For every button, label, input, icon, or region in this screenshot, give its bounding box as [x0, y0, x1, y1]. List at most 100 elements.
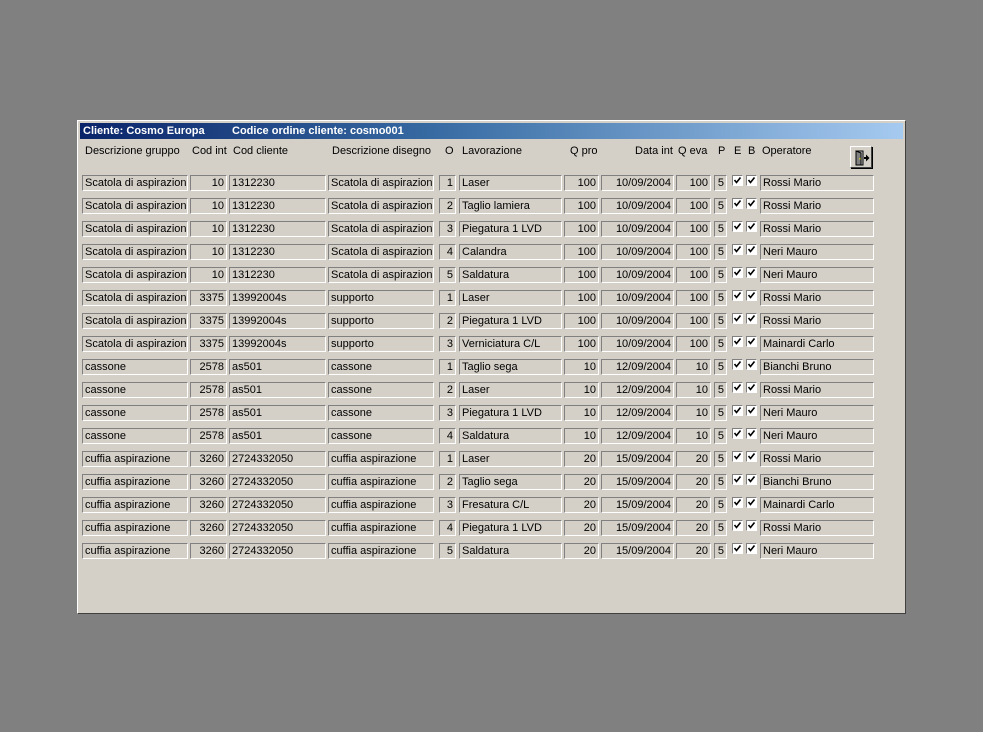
- ordine-field[interactable]: 3: [439, 497, 456, 513]
- cod-int-field[interactable]: 2578: [190, 359, 227, 375]
- operatore-field[interactable]: Rossi Mario: [760, 382, 874, 398]
- descrizione-gruppo-field[interactable]: Scatola di aspirazione: [82, 313, 188, 329]
- q-eva-field[interactable]: 20: [676, 543, 711, 559]
- descrizione-gruppo-field[interactable]: Scatola di aspirazione: [82, 244, 188, 260]
- data-int-field[interactable]: 10/09/2004: [601, 244, 674, 260]
- lavorazione-field[interactable]: Piegatura 1 LVD: [459, 221, 562, 237]
- cod-cliente-field[interactable]: 13992004s: [229, 313, 326, 329]
- priorita-field[interactable]: 5: [714, 244, 727, 260]
- bollettato-checkbox[interactable]: [746, 451, 757, 462]
- bollettato-checkbox[interactable]: [746, 313, 757, 324]
- bollettato-checkbox[interactable]: [746, 474, 757, 485]
- data-int-field[interactable]: 12/09/2004: [601, 405, 674, 421]
- priorita-field[interactable]: 5: [714, 405, 727, 421]
- descrizione-disegno-field[interactable]: cuffia aspirazione: [328, 451, 434, 467]
- priorita-field[interactable]: 5: [714, 451, 727, 467]
- descrizione-disegno-field[interactable]: supporto: [328, 290, 434, 306]
- lavorazione-field[interactable]: Laser: [459, 175, 562, 191]
- descrizione-gruppo-field[interactable]: cassone: [82, 382, 188, 398]
- lavorazione-field[interactable]: Laser: [459, 290, 562, 306]
- q-eva-field[interactable]: 100: [676, 221, 711, 237]
- lavorazione-field[interactable]: Saldatura: [459, 267, 562, 283]
- cod-int-field[interactable]: 10: [190, 198, 227, 214]
- cod-int-field[interactable]: 3260: [190, 451, 227, 467]
- bollettato-checkbox[interactable]: [746, 382, 757, 393]
- q-pro-field[interactable]: 100: [564, 267, 599, 283]
- data-int-field[interactable]: 10/09/2004: [601, 198, 674, 214]
- bollettato-checkbox[interactable]: [746, 359, 757, 370]
- cod-cliente-field[interactable]: 2724332050: [229, 543, 326, 559]
- ordine-field[interactable]: 1: [439, 175, 456, 191]
- bollettato-checkbox[interactable]: [746, 520, 757, 531]
- descrizione-disegno-field[interactable]: cuffia aspirazione: [328, 520, 434, 536]
- cod-cliente-field[interactable]: as501: [229, 428, 326, 444]
- q-pro-field[interactable]: 20: [564, 520, 599, 536]
- data-int-field[interactable]: 10/09/2004: [601, 336, 674, 352]
- data-int-field[interactable]: 12/09/2004: [601, 382, 674, 398]
- data-int-field[interactable]: 10/09/2004: [601, 267, 674, 283]
- cod-cliente-field[interactable]: 13992004s: [229, 290, 326, 306]
- q-pro-field[interactable]: 10: [564, 405, 599, 421]
- priorita-field[interactable]: 5: [714, 198, 727, 214]
- priorita-field[interactable]: 5: [714, 428, 727, 444]
- descrizione-disegno-field[interactable]: cassone: [328, 359, 434, 375]
- descrizione-gruppo-field[interactable]: cuffia aspirazione: [82, 474, 188, 490]
- bollettato-checkbox[interactable]: [746, 290, 757, 301]
- lavorazione-field[interactable]: Piegatura 1 LVD: [459, 313, 562, 329]
- operatore-field[interactable]: Rossi Mario: [760, 290, 874, 306]
- bollettato-checkbox[interactable]: [746, 244, 757, 255]
- evaso-checkbox[interactable]: [732, 428, 743, 439]
- data-int-field[interactable]: 10/09/2004: [601, 175, 674, 191]
- operatore-field[interactable]: Rossi Mario: [760, 221, 874, 237]
- evaso-checkbox[interactable]: [732, 474, 743, 485]
- bollettato-checkbox[interactable]: [746, 198, 757, 209]
- priorita-field[interactable]: 5: [714, 267, 727, 283]
- q-eva-field[interactable]: 20: [676, 451, 711, 467]
- ordine-field[interactable]: 2: [439, 474, 456, 490]
- cod-cliente-field[interactable]: as501: [229, 382, 326, 398]
- bollettato-checkbox[interactable]: [746, 336, 757, 347]
- q-eva-field[interactable]: 10: [676, 382, 711, 398]
- q-pro-field[interactable]: 100: [564, 244, 599, 260]
- priorita-field[interactable]: 5: [714, 290, 727, 306]
- data-int-field[interactable]: 15/09/2004: [601, 520, 674, 536]
- exit-button[interactable]: [850, 146, 872, 168]
- q-pro-field[interactable]: 20: [564, 543, 599, 559]
- operatore-field[interactable]: Neri Mauro: [760, 428, 874, 444]
- ordine-field[interactable]: 3: [439, 405, 456, 421]
- cod-int-field[interactable]: 3375: [190, 313, 227, 329]
- lavorazione-field[interactable]: Laser: [459, 382, 562, 398]
- priorita-field[interactable]: 5: [714, 474, 727, 490]
- q-eva-field[interactable]: 20: [676, 497, 711, 513]
- descrizione-gruppo-field[interactable]: cassone: [82, 428, 188, 444]
- evaso-checkbox[interactable]: [732, 221, 743, 232]
- q-pro-field[interactable]: 20: [564, 451, 599, 467]
- descrizione-disegno-field[interactable]: Scatola di aspirazione: [328, 267, 434, 283]
- evaso-checkbox[interactable]: [732, 359, 743, 370]
- q-pro-field[interactable]: 10: [564, 428, 599, 444]
- cod-cliente-field[interactable]: as501: [229, 405, 326, 421]
- descrizione-gruppo-field[interactable]: Scatola di aspirazione: [82, 221, 188, 237]
- data-int-field[interactable]: 12/09/2004: [601, 359, 674, 375]
- evaso-checkbox[interactable]: [732, 543, 743, 554]
- operatore-field[interactable]: Rossi Mario: [760, 198, 874, 214]
- lavorazione-field[interactable]: Verniciatura C/L: [459, 336, 562, 352]
- cod-int-field[interactable]: 3260: [190, 497, 227, 513]
- operatore-field[interactable]: Rossi Mario: [760, 175, 874, 191]
- q-pro-field[interactable]: 10: [564, 359, 599, 375]
- ordine-field[interactable]: 1: [439, 451, 456, 467]
- priorita-field[interactable]: 5: [714, 543, 727, 559]
- q-eva-field[interactable]: 100: [676, 336, 711, 352]
- cod-cliente-field[interactable]: 1312230: [229, 267, 326, 283]
- data-int-field[interactable]: 15/09/2004: [601, 497, 674, 513]
- ordine-field[interactable]: 4: [439, 520, 456, 536]
- q-pro-field[interactable]: 100: [564, 175, 599, 191]
- ordine-field[interactable]: 3: [439, 336, 456, 352]
- ordine-field[interactable]: 1: [439, 359, 456, 375]
- priorita-field[interactable]: 5: [714, 221, 727, 237]
- q-pro-field[interactable]: 20: [564, 474, 599, 490]
- q-pro-field[interactable]: 100: [564, 313, 599, 329]
- q-eva-field[interactable]: 100: [676, 198, 711, 214]
- bollettato-checkbox[interactable]: [746, 267, 757, 278]
- descrizione-gruppo-field[interactable]: cuffia aspirazione: [82, 543, 188, 559]
